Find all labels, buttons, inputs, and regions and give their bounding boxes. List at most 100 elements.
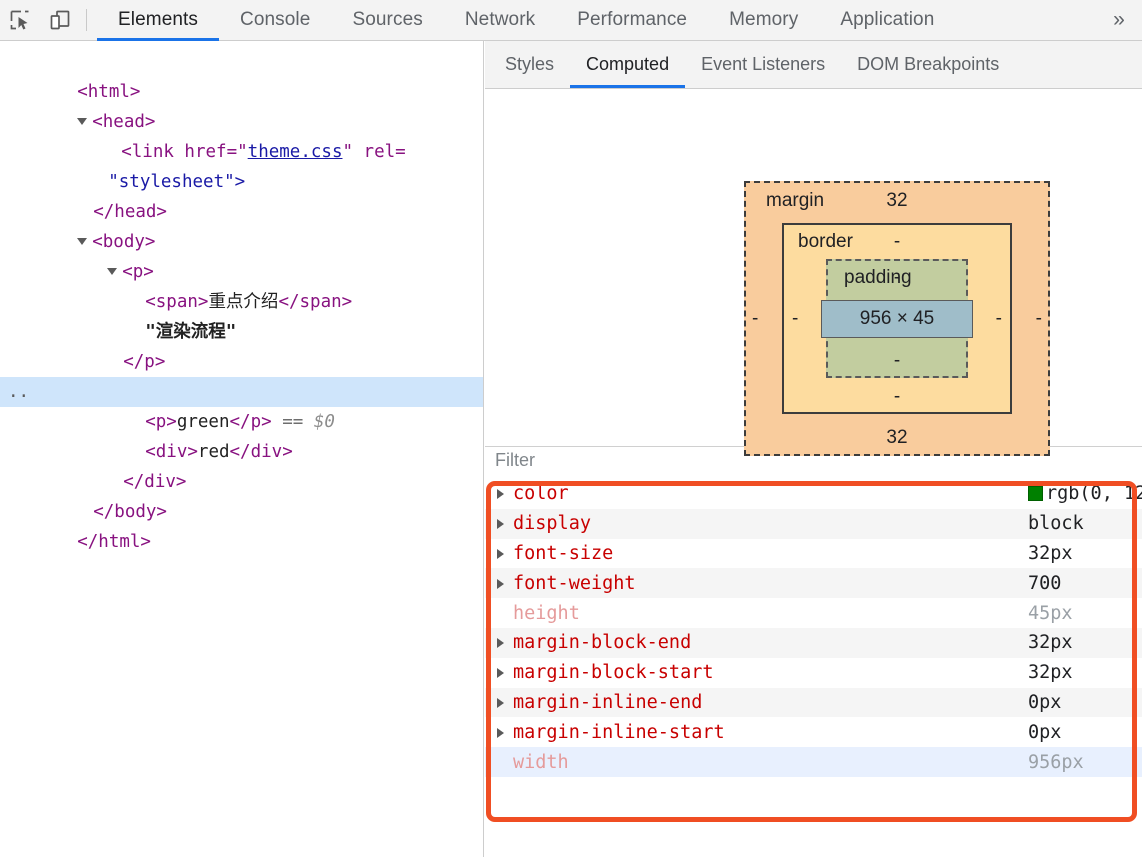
computed-property-row[interactable]: font-size 32px bbox=[485, 539, 1142, 569]
dom-tree-panel[interactable]: <html> <head> <link href="theme.css" rel… bbox=[0, 41, 484, 857]
dom-line-link-1[interactable]: <link href="theme.css" rel= bbox=[0, 107, 483, 137]
sidebar-panel: Styles Computed Event Listeners DOM Brea… bbox=[485, 41, 1142, 857]
sidebar-tabs: Styles Computed Event Listeners DOM Brea… bbox=[485, 41, 1142, 89]
property-value: 956px bbox=[1028, 752, 1084, 773]
tab-performance-label: Performance bbox=[577, 9, 687, 31]
more-tabs-chevron-icon[interactable]: » bbox=[1096, 0, 1142, 41]
property-name: color bbox=[513, 483, 569, 504]
dom-line-span[interactable]: <span>重点介绍</span> bbox=[0, 257, 483, 287]
box-model-margin-left[interactable]: - bbox=[752, 308, 758, 330]
dom-line-div-close[interactable]: </div> bbox=[0, 437, 483, 467]
dom-scroll-dots: .. bbox=[8, 377, 29, 407]
expand-chevron-icon[interactable] bbox=[497, 483, 513, 504]
property-name: margin-inline-end bbox=[513, 692, 702, 713]
property-value: rgb(0, 128, 0) bbox=[1028, 483, 1142, 504]
expand-chevron-icon[interactable] bbox=[497, 662, 513, 683]
tab-styles[interactable]: Styles bbox=[489, 41, 570, 88]
tab-memory-label: Memory bbox=[729, 9, 798, 31]
tab-computed-label: Computed bbox=[586, 54, 669, 75]
computed-property-row[interactable]: margin-inline-start 0px bbox=[485, 717, 1142, 747]
box-model-padding-top[interactable]: - bbox=[828, 267, 966, 289]
expand-chevron-icon[interactable] bbox=[497, 513, 513, 534]
dom-line-text-node[interactable]: "渲染流程" bbox=[0, 287, 483, 317]
computed-property-row[interactable]: display block bbox=[485, 509, 1142, 539]
box-model-margin-bottom[interactable]: 32 bbox=[746, 427, 1048, 449]
computed-property-row[interactable]: height 45px bbox=[485, 598, 1142, 628]
box-model-margin[interactable]: margin 32 32 - - border - - - - padding … bbox=[744, 181, 1050, 456]
tab-application[interactable]: Application bbox=[819, 0, 955, 41]
tab-network[interactable]: Network bbox=[444, 0, 556, 41]
tab-application-label: Application bbox=[840, 9, 934, 31]
dom-line-body-open[interactable]: <body> bbox=[0, 197, 483, 227]
property-name: height bbox=[513, 603, 580, 624]
tab-console-label: Console bbox=[240, 9, 310, 31]
dom-tag-html-close: </html> bbox=[77, 532, 151, 552]
tab-computed[interactable]: Computed bbox=[570, 41, 685, 88]
box-model-area: margin 32 32 - - border - - - - padding … bbox=[485, 89, 1142, 447]
computed-property-row[interactable]: width 956px bbox=[485, 747, 1142, 777]
expand-chevron-icon[interactable] bbox=[497, 722, 513, 743]
expand-chevron-icon[interactable] bbox=[497, 543, 513, 564]
property-name: margin-inline-start bbox=[513, 722, 725, 743]
dom-line-div-open[interactable]: <div> bbox=[0, 347, 483, 377]
tab-event-listeners-label: Event Listeners bbox=[701, 54, 825, 75]
tab-performance[interactable]: Performance bbox=[556, 0, 708, 41]
box-model-content-size: 956 × 45 bbox=[860, 308, 935, 330]
box-model-content[interactable]: 956 × 45 bbox=[821, 300, 973, 338]
color-swatch[interactable] bbox=[1028, 486, 1043, 501]
property-name: font-size bbox=[513, 543, 613, 564]
box-model-padding-bottom[interactable]: - bbox=[828, 350, 966, 372]
computed-property-row[interactable]: margin-inline-end 0px bbox=[485, 688, 1142, 718]
dom-line-html-open[interactable]: <html> bbox=[0, 47, 483, 77]
property-value: 32px bbox=[1028, 662, 1073, 683]
inspect-element-icon[interactable] bbox=[0, 0, 40, 41]
device-toolbar-icon[interactable] bbox=[40, 0, 80, 41]
dom-line-html-close[interactable]: </html> bbox=[0, 497, 483, 527]
dom-line-body-close[interactable]: </body> bbox=[0, 467, 483, 497]
property-name: margin-block-end bbox=[513, 632, 691, 653]
tab-network-label: Network bbox=[465, 9, 535, 31]
dom-line-div-red[interactable]: <div>red</div> bbox=[0, 407, 483, 437]
tab-styles-label: Styles bbox=[505, 54, 554, 75]
tab-sources-label: Sources bbox=[352, 9, 422, 31]
tab-elements-label: Elements bbox=[118, 9, 198, 31]
dom-line-link-2[interactable]: "stylesheet"> bbox=[0, 137, 483, 167]
property-value-text: rgb(0, 128, 0) bbox=[1046, 483, 1142, 504]
dom-line-p-close[interactable]: </p> bbox=[0, 317, 483, 347]
dom-line-head-open[interactable]: <head> bbox=[0, 77, 483, 107]
box-model-border-top[interactable]: - bbox=[784, 231, 1010, 253]
computed-property-row[interactable]: color rgb(0, 128, 0) bbox=[485, 479, 1142, 509]
expand-chevron-icon[interactable] bbox=[497, 692, 513, 713]
dom-line-head-close[interactable]: </head> bbox=[0, 167, 483, 197]
tab-event-listeners[interactable]: Event Listeners bbox=[685, 41, 841, 88]
property-name: width bbox=[513, 752, 569, 773]
expand-chevron-icon[interactable] bbox=[497, 632, 513, 653]
tab-elements[interactable]: Elements bbox=[97, 0, 219, 41]
computed-properties-list[interactable]: color rgb(0, 128, 0) display block font-… bbox=[485, 479, 1142, 777]
property-name: margin-block-start bbox=[513, 662, 713, 683]
box-model-padding[interactable]: padding - - - - 956 × 45 bbox=[826, 259, 968, 378]
computed-property-row[interactable]: margin-block-start 32px bbox=[485, 658, 1142, 688]
tab-dom-breakpoints[interactable]: DOM Breakpoints bbox=[841, 41, 1015, 88]
tab-sources[interactable]: Sources bbox=[331, 0, 443, 41]
dom-line-p-open[interactable]: <p> bbox=[0, 227, 483, 257]
box-model-border-right[interactable]: - bbox=[996, 308, 1002, 330]
box-model-border[interactable]: border - - - - padding - - - - 956 × 45 bbox=[782, 223, 1012, 414]
tab-console[interactable]: Console bbox=[219, 0, 331, 41]
computed-property-row[interactable]: font-weight 700 bbox=[485, 568, 1142, 598]
property-value: 32px bbox=[1028, 543, 1073, 564]
box-model-margin-top[interactable]: 32 bbox=[746, 190, 1048, 212]
property-value: 0px bbox=[1028, 722, 1061, 743]
property-name: font-weight bbox=[513, 573, 636, 594]
property-value: 0px bbox=[1028, 692, 1061, 713]
box-model-margin-right[interactable]: - bbox=[1036, 308, 1042, 330]
property-value: 32px bbox=[1028, 632, 1073, 653]
box-model-border-left[interactable]: - bbox=[792, 308, 798, 330]
tab-dom-breakpoints-label: DOM Breakpoints bbox=[857, 54, 999, 75]
computed-property-row[interactable]: margin-block-end 32px bbox=[485, 628, 1142, 658]
dom-line-p-green-selected[interactable]: ..<p>green</p> == $0 bbox=[0, 377, 483, 407]
tab-memory[interactable]: Memory bbox=[708, 0, 819, 41]
panel-tabs: Elements Console Sources Network Perform… bbox=[97, 0, 1096, 41]
box-model-border-bottom[interactable]: - bbox=[784, 386, 1010, 408]
expand-chevron-icon[interactable] bbox=[497, 573, 513, 594]
